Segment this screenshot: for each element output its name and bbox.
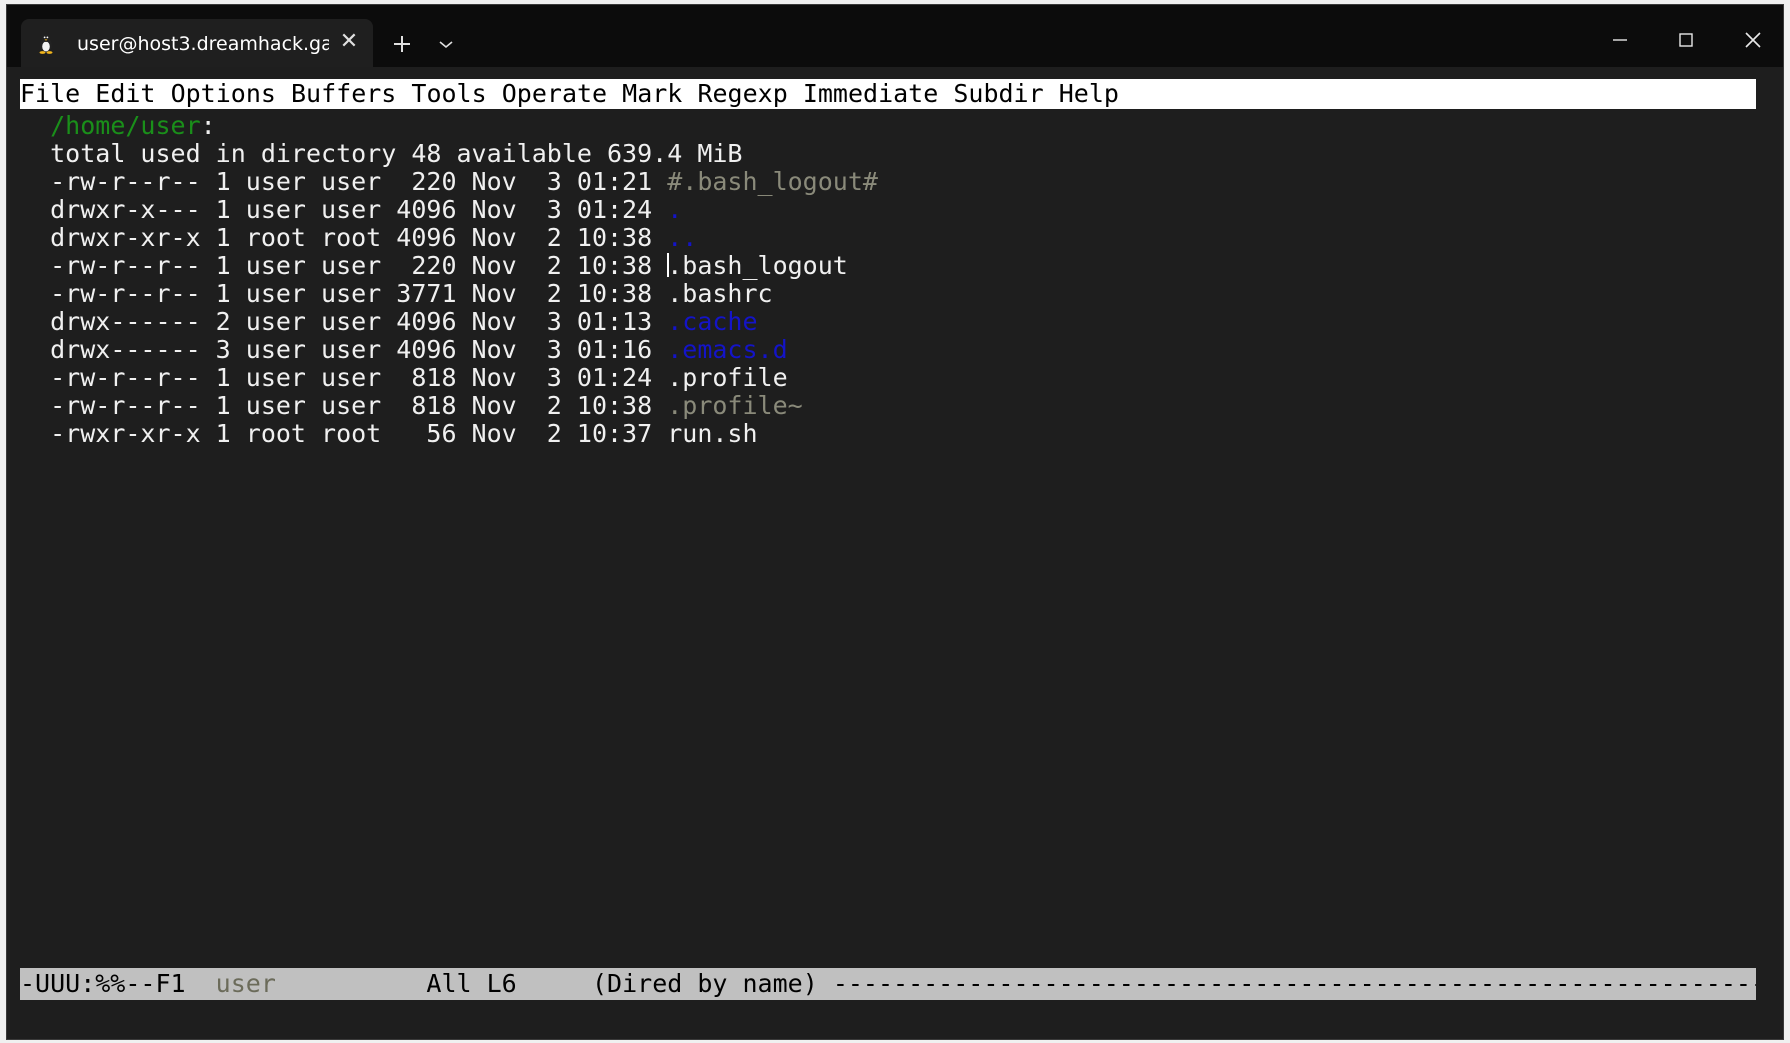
file-meta: -rw-r--r-- 1 user user 220 Nov 2 10:38 [50, 251, 668, 280]
tab-title: user@host3.dreamhack.games [77, 33, 329, 55]
file-meta: drwx------ 2 user user 4096 Nov 3 01:13 [50, 307, 668, 336]
terminal-window: user@host3.dreamhack.games ✕ File Edit O… [6, 4, 1784, 1040]
menu-item-operate[interactable]: Operate [502, 79, 607, 108]
emacs-menu-bar: File Edit Options Buffers Tools Operate … [20, 79, 1756, 109]
file-name[interactable]: .profile [667, 363, 787, 392]
menu-item-buffers[interactable]: Buffers [291, 79, 396, 108]
file-name[interactable]: .bashrc [667, 279, 772, 308]
linux-penguin-icon [39, 34, 53, 54]
terminal-content[interactable]: File Edit Options Buffers Tools Operate … [20, 78, 1756, 1008]
file-meta: -rw-r--r-- 1 user user 3771 Nov 2 10:38 [50, 279, 668, 308]
modeline-position: All L6 [426, 969, 517, 998]
file-row[interactable]: -rwxr-xr-x 1 root root 56 Nov 2 10:37 ru… [20, 418, 757, 450]
modeline-mode: (Dired by name) [591, 969, 818, 998]
emacs-mode-line: -UUU:%%--F1 user All L6 (Dired by name) … [20, 968, 1756, 1000]
directory-name[interactable]: .. [667, 223, 697, 252]
header-colon: : [200, 111, 216, 140]
menu-item-immediate[interactable]: Immediate [803, 79, 938, 108]
file-name[interactable]: run.sh [667, 419, 757, 448]
disk-usage-summary: total used in directory 48 available 639… [50, 139, 743, 168]
menu-item-help[interactable]: Help [1059, 79, 1119, 108]
modeline-buffer-name: user [215, 969, 276, 998]
directory-name[interactable]: .emacs.d [667, 335, 787, 364]
file-meta: -rw-r--r-- 1 user user 220 Nov 3 01:21 [50, 167, 668, 196]
new-tab-icon[interactable] [387, 29, 417, 59]
file-name[interactable]: .bash_logout [667, 251, 848, 280]
menu-item-tools[interactable]: Tools [411, 79, 486, 108]
modeline-filler: ----------------------------------------… [832, 969, 1756, 998]
menu-item-regexp[interactable]: Regexp [697, 79, 787, 108]
file-name[interactable]: #.bash_logout# [667, 167, 878, 196]
minimize-icon[interactable] [1605, 25, 1635, 55]
directory-name[interactable]: .cache [667, 307, 757, 336]
chevron-down-icon[interactable] [431, 29, 461, 59]
terminal-tab[interactable]: user@host3.dreamhack.games ✕ [21, 19, 373, 67]
directory-path[interactable]: /home/user [50, 111, 201, 140]
file-meta: -rw-r--r-- 1 user user 818 Nov 3 01:24 [50, 363, 668, 392]
menu-item-mark[interactable]: Mark [622, 79, 682, 108]
modeline-status: -UUU:%%--F1 [20, 969, 216, 998]
tab-close-icon[interactable]: ✕ [335, 28, 363, 56]
maximize-icon[interactable] [1671, 25, 1701, 55]
menu-item-subdir[interactable]: Subdir [953, 79, 1043, 108]
file-meta: drwxr-x--- 1 user user 4096 Nov 3 01:24 [50, 195, 668, 224]
menu-item-options[interactable]: Options [171, 79, 276, 108]
file-meta: -rwxr-xr-x 1 root root 56 Nov 2 10:37 [50, 419, 668, 448]
file-name[interactable]: .profile~ [667, 391, 802, 420]
file-meta: drwx------ 3 user user 4096 Nov 3 01:16 [50, 335, 668, 364]
title-bar: user@host3.dreamhack.games ✕ [7, 5, 1783, 67]
file-meta: drwxr-xr-x 1 root root 4096 Nov 2 10:38 [50, 223, 668, 252]
menu-item-file[interactable]: File [20, 79, 80, 108]
file-meta: -rw-r--r-- 1 user user 818 Nov 2 10:38 [50, 391, 668, 420]
close-icon[interactable] [1738, 25, 1768, 55]
directory-name[interactable]: . [667, 195, 682, 224]
menu-item-edit[interactable]: Edit [95, 79, 155, 108]
